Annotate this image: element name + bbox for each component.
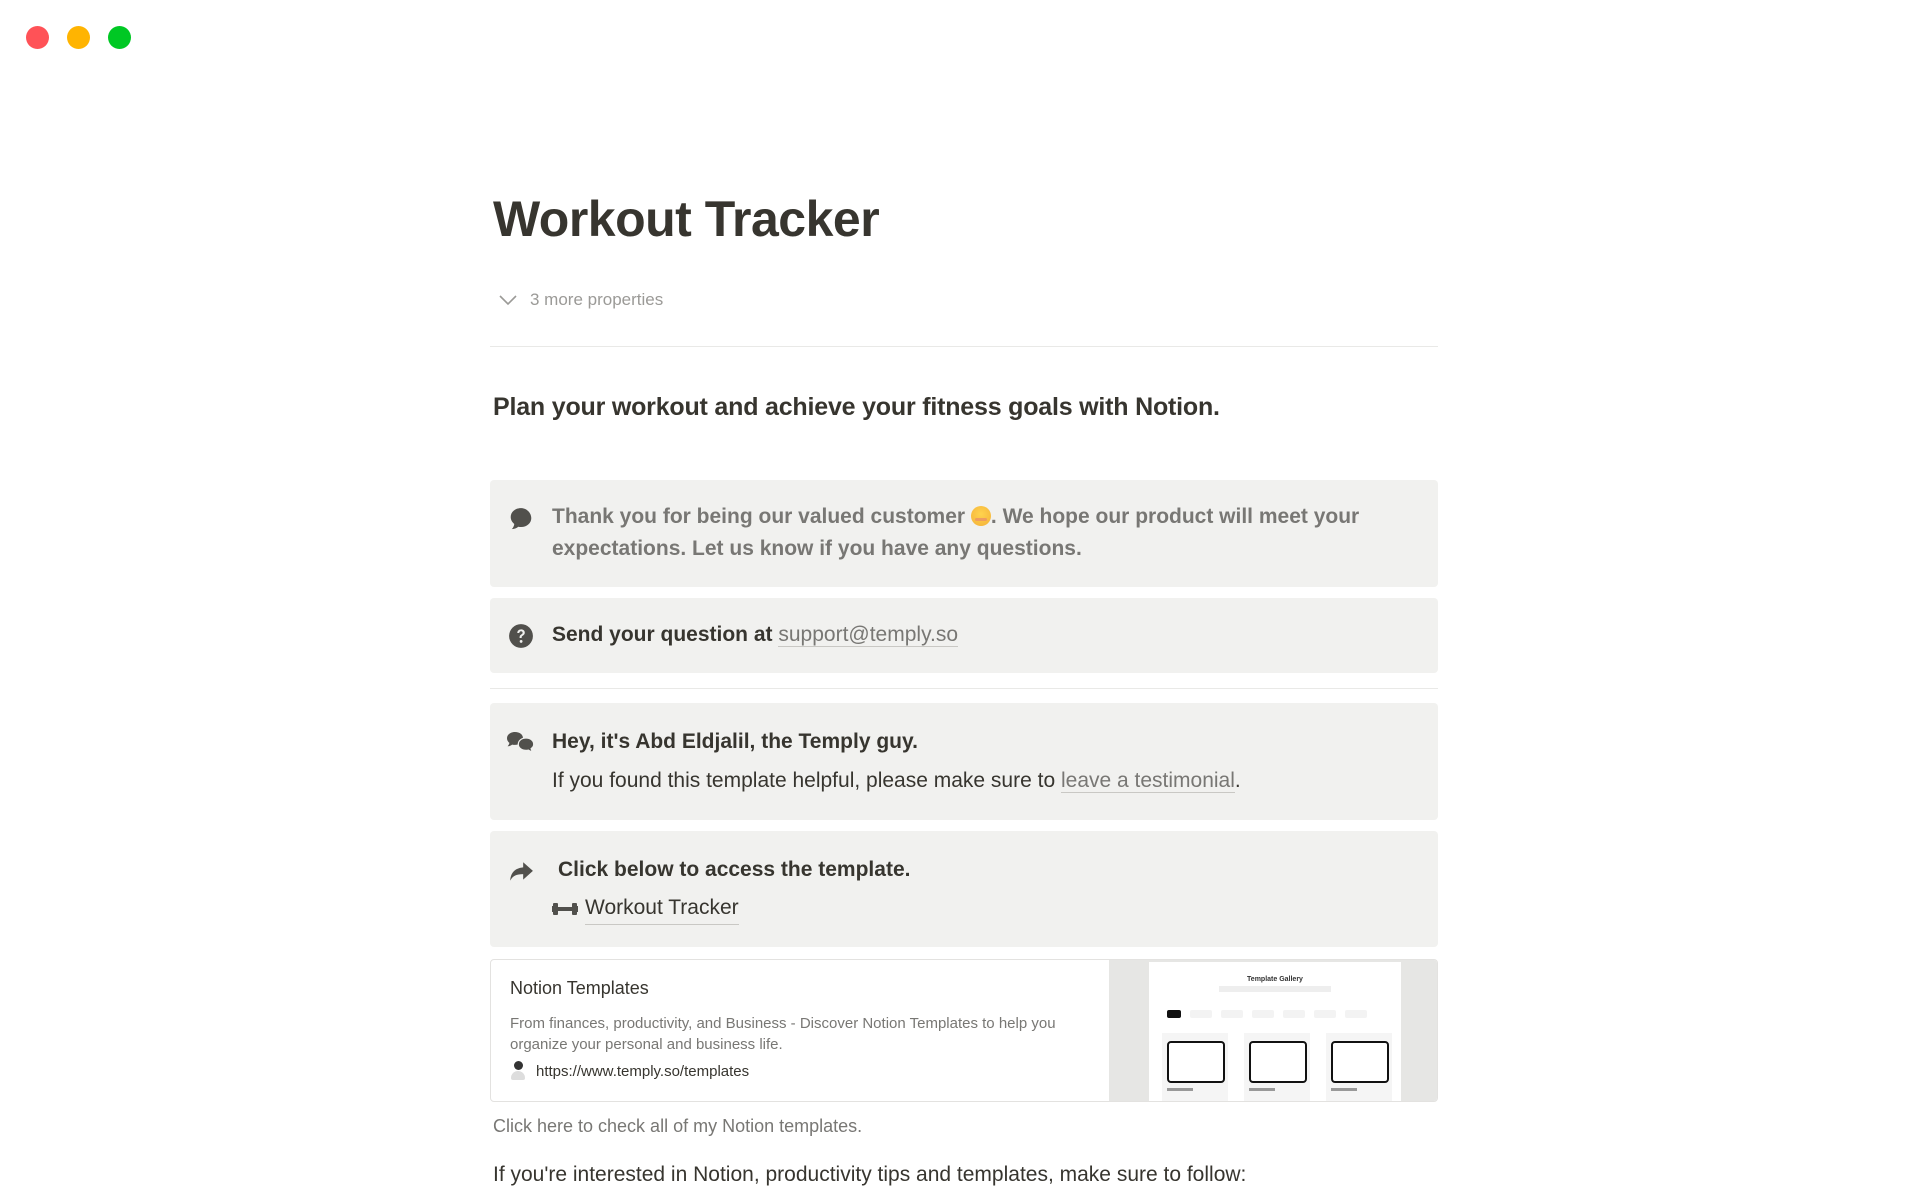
gallery-cards bbox=[1162, 1033, 1392, 1101]
site-favicon-icon bbox=[510, 1061, 526, 1081]
bookmark-url: https://www.temply.so/templates bbox=[536, 1062, 750, 1080]
workout-tracker-page-link[interactable]: Workout Tracker bbox=[552, 892, 1398, 925]
comments-icon bbox=[505, 730, 537, 756]
bookmark-body: Notion Templates From finances, producti… bbox=[491, 960, 1109, 1101]
more-properties-label: 3 more properties bbox=[530, 290, 664, 309]
chip bbox=[1345, 1010, 1367, 1018]
minimize-window-button[interactable] bbox=[67, 26, 90, 49]
divider bbox=[490, 688, 1438, 689]
callout-testimonial-text: Hey, it's Abd Eldjalil, the Temply guy. … bbox=[552, 726, 1398, 797]
share-arrow-icon bbox=[508, 859, 534, 885]
callout-thank-you: Thank you for being our valued customer … bbox=[490, 480, 1438, 587]
gallery-card bbox=[1244, 1033, 1310, 1101]
chip bbox=[1252, 1010, 1274, 1018]
gallery-heading: Template Gallery bbox=[1247, 976, 1303, 983]
template-gallery-screenshot: Template Gallery bbox=[1149, 962, 1401, 1101]
bookmark-caption: Click here to check all of my Notion tem… bbox=[493, 1116, 863, 1136]
callout-thank-you-text: Thank you for being our valued customer … bbox=[552, 501, 1398, 565]
callout-access-text: Click below to access the template. Work… bbox=[552, 854, 1398, 925]
relieved-face-emoji bbox=[970, 506, 991, 526]
follow-paragraph: If you're interested in Notion, producti… bbox=[493, 1163, 1247, 1186]
bookmark-url-row: https://www.temply.so/templates bbox=[510, 1061, 1090, 1081]
testimonial-body-text: If you found this template helpful, plea… bbox=[552, 769, 1061, 792]
support-email-link[interactable]: support@temply.so bbox=[778, 623, 959, 647]
workout-tracker-link-label[interactable]: Workout Tracker bbox=[585, 892, 739, 925]
more-properties-toggle[interactable]: 3 more properties bbox=[498, 290, 663, 310]
chip bbox=[1190, 1010, 1212, 1018]
page-title[interactable]: Workout Tracker bbox=[493, 190, 880, 248]
bookmark-title: Notion Templates bbox=[510, 978, 649, 998]
callout-testimonial: Hey, it's Abd Eldjalil, the Temply guy. … bbox=[490, 703, 1438, 820]
leave-testimonial-link[interactable]: leave a testimonial bbox=[1060, 769, 1235, 793]
chip bbox=[1314, 1010, 1336, 1018]
gallery-filter-chips bbox=[1167, 1010, 1367, 1018]
speech-bubble-icon bbox=[508, 506, 534, 532]
chip bbox=[1221, 1010, 1243, 1018]
divider bbox=[490, 346, 1438, 347]
bookmark-description: From finances, productivity, and Busines… bbox=[510, 1015, 1056, 1053]
callout-access-template: Click below to access the template. Work… bbox=[490, 831, 1438, 947]
bookmark-thumbnail: Template Gallery bbox=[1109, 960, 1437, 1101]
gallery-card bbox=[1326, 1033, 1392, 1101]
support-label: Send your question at bbox=[552, 623, 779, 646]
chip bbox=[1283, 1010, 1305, 1018]
testimonial-title: Hey, it's Abd Eldjalil, the Temply guy. bbox=[552, 730, 918, 753]
access-template-title: Click below to access the template. bbox=[558, 858, 911, 881]
thank-you-text-part1: Thank you for being our valued customer bbox=[552, 505, 971, 528]
dumbbell-icon bbox=[552, 902, 578, 915]
gallery-card bbox=[1162, 1033, 1228, 1101]
testimonial-body-end: . bbox=[1234, 769, 1241, 792]
testimonial-body: If you found this template helpful, plea… bbox=[552, 765, 1398, 797]
callout-support-text: Send your question at support@temply.so bbox=[552, 619, 1398, 651]
question-circle-icon bbox=[508, 623, 534, 649]
callout-support: Send your question at support@temply.so bbox=[490, 598, 1438, 673]
maximize-window-button[interactable] bbox=[108, 26, 131, 49]
chip bbox=[1167, 1010, 1181, 1018]
page-heading: Plan your workout and achieve your fitne… bbox=[493, 393, 1220, 421]
window-controls bbox=[26, 26, 131, 49]
chevron-down-icon bbox=[499, 295, 517, 306]
bookmark-card[interactable]: Notion Templates From finances, producti… bbox=[490, 959, 1438, 1102]
gallery-subtitle bbox=[1219, 986, 1331, 992]
close-window-button[interactable] bbox=[26, 26, 49, 49]
